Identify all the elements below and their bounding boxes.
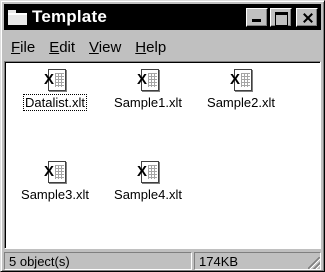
file-item-sample1[interactable]: X Sample1.xlt <box>108 68 188 110</box>
menu-help[interactable]: Help <box>128 39 173 56</box>
excel-template-icon: X <box>44 160 66 184</box>
title-bar[interactable]: Template <box>4 4 321 30</box>
window-controls <box>246 8 318 27</box>
excel-template-icon: X <box>137 160 159 184</box>
status-bar: 5 object(s) 174KB <box>4 252 321 270</box>
file-label: Datalist.xlt <box>23 94 87 111</box>
file-item-datalist[interactable]: X Datalist.xlt <box>15 68 95 111</box>
excel-template-icon: X <box>230 68 252 92</box>
file-list-view[interactable]: X Datalist.xlt X Sample1.xlt X Sample2.x… <box>4 61 321 249</box>
status-size: 174KB <box>194 252 321 270</box>
minimize-button[interactable] <box>246 8 268 27</box>
resize-grip-icon[interactable] <box>308 257 320 269</box>
menu-bar: File Edit View Help <box>4 37 173 57</box>
menu-file[interactable]: File <box>4 39 42 56</box>
explorer-window: Template File Edit View Help X Datalist.… <box>0 0 325 272</box>
file-label: Sample4.xlt <box>114 187 182 202</box>
file-item-sample4[interactable]: X Sample4.xlt <box>108 160 188 202</box>
file-label: Sample3.xlt <box>21 187 89 202</box>
menu-view[interactable]: View <box>82 39 128 56</box>
file-item-sample3[interactable]: X Sample3.xlt <box>15 160 95 202</box>
window-title: Template <box>32 7 107 26</box>
excel-template-icon: X <box>137 68 159 92</box>
maximize-button[interactable] <box>270 8 292 27</box>
file-label: Sample1.xlt <box>114 95 182 110</box>
menu-edit[interactable]: Edit <box>42 39 82 56</box>
folder-icon <box>8 9 28 25</box>
file-item-sample2[interactable]: X Sample2.xlt <box>201 68 281 110</box>
status-object-count: 5 object(s) <box>4 252 192 270</box>
file-label: Sample2.xlt <box>207 95 275 110</box>
close-button[interactable] <box>296 8 318 27</box>
excel-template-icon: X <box>44 68 66 92</box>
